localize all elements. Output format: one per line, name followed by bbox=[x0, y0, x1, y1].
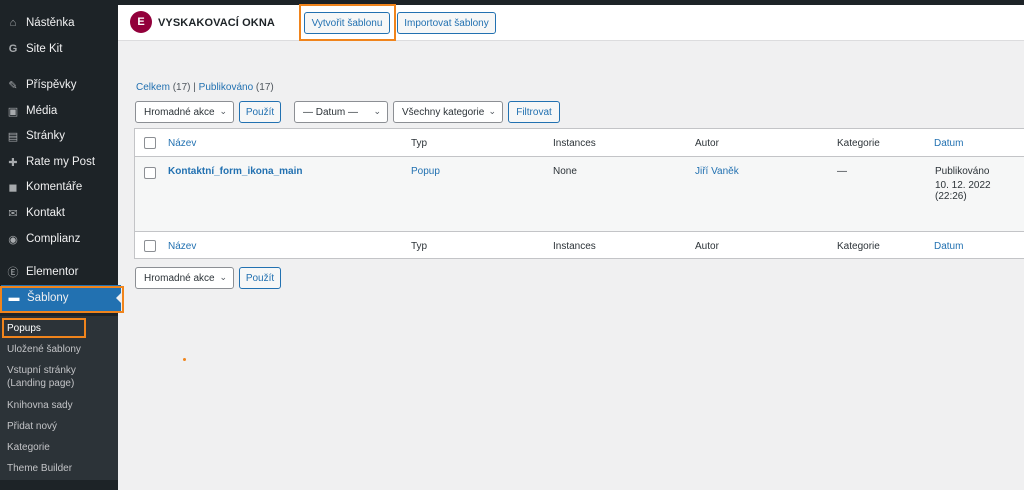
dashboard-icon: ⌂ bbox=[9, 17, 17, 29]
pages-icon: ▤ bbox=[7, 130, 19, 143]
sidebar-item-complianz[interactable]: ◉ Complianz bbox=[0, 226, 118, 252]
folder-icon: ▬ bbox=[8, 292, 20, 304]
chevron-down-icon: ⌄ bbox=[373, 106, 381, 116]
elementor-logo-icon: E bbox=[130, 11, 152, 33]
bulk-action-select-bottom[interactable]: Hromadné akce ⌄ bbox=[135, 267, 234, 289]
comment-icon: ◼ bbox=[8, 181, 18, 194]
sidebar-item-pages[interactable]: ▤ Stránky bbox=[0, 123, 118, 149]
table-footer: Název Typ Instances Autor Kategorie Datu… bbox=[135, 231, 1024, 259]
filter-button[interactable]: Filtrovat bbox=[508, 101, 560, 123]
view-all-link[interactable]: Celkem bbox=[136, 82, 170, 93]
apply-button[interactable]: Použít bbox=[239, 101, 281, 123]
sidebar-item-posts[interactable]: ✎ Příspěvky bbox=[0, 72, 118, 98]
sidebar-item-elementor[interactable]: Ⓔ Elementor bbox=[0, 259, 118, 285]
date-select[interactable]: — Datum — ⌄ bbox=[294, 101, 388, 123]
sidebar-item-rate-my-post[interactable]: ✚ Rate my Post bbox=[0, 149, 118, 175]
page-header: E VYSKAKOVACÍ OKNA Vytvořit šablonu Impo… bbox=[118, 5, 1024, 41]
row-status: Publikováno bbox=[935, 166, 990, 177]
row-checkbox[interactable] bbox=[144, 167, 156, 179]
table-row: Kontaktní_form_ikona_main Popup None Jiř… bbox=[135, 157, 1024, 231]
pin-icon: ✎ bbox=[8, 79, 18, 92]
thumbs-up-icon: ✚ bbox=[8, 156, 18, 169]
mail-icon: ✉ bbox=[8, 207, 18, 220]
sidebar-item-label: Nástěnka bbox=[26, 17, 75, 29]
create-template-button[interactable]: Vytvořit šablonu bbox=[304, 12, 390, 34]
current-menu-arrow bbox=[116, 292, 122, 304]
sidebar-item-label: Šablony bbox=[27, 292, 69, 304]
chevron-down-icon: ⌄ bbox=[219, 106, 227, 116]
sidebar-item-templates[interactable]: ▬ Šablony bbox=[1, 285, 122, 311]
sidebar-item-label: Příspěvky bbox=[26, 79, 77, 91]
sidebar-item-label: Elementor bbox=[26, 266, 79, 278]
row-title-link[interactable]: Kontaktní_form_ikona_main bbox=[168, 166, 302, 177]
sidebar-item-comments[interactable]: ◼ Komentáře bbox=[0, 174, 118, 200]
submenu-item-saved-templates[interactable]: Uložené šablony bbox=[7, 343, 81, 356]
submenu-item-landing-pages-note[interactable]: (Landing page) bbox=[7, 377, 74, 390]
select-all-checkbox[interactable] bbox=[144, 137, 156, 149]
submenu-item-theme-builder[interactable]: Theme Builder bbox=[7, 462, 72, 475]
column-name[interactable]: Název bbox=[168, 138, 196, 149]
apply-button-bottom[interactable]: Použít bbox=[239, 267, 281, 289]
sidebar-item-media[interactable]: ▣ Média bbox=[0, 98, 118, 124]
sidebar-item-label: Rate my Post bbox=[26, 156, 96, 168]
row-author-link[interactable]: Jiří Vaněk bbox=[695, 166, 739, 177]
submenu-item-categories[interactable]: Kategorie bbox=[7, 441, 50, 454]
view-all-count: (17) bbox=[172, 82, 191, 93]
column-author: Autor bbox=[695, 138, 719, 149]
sidebar-item-label: Stránky bbox=[26, 130, 65, 142]
column-instances: Instances bbox=[553, 138, 596, 149]
sidebar-item-contact[interactable]: ✉ Kontakt bbox=[0, 200, 118, 226]
complianz-icon: ◉ bbox=[8, 233, 18, 246]
select-all-checkbox-footer[interactable] bbox=[144, 240, 156, 252]
chevron-down-icon: ⌄ bbox=[219, 272, 227, 282]
row-instances: None bbox=[553, 166, 577, 177]
view-published-count: (17) bbox=[255, 82, 274, 93]
media-icon: ▣ bbox=[7, 105, 19, 118]
sidebar-item-label: Site Kit bbox=[26, 43, 63, 55]
sidebar-item-dashboard[interactable]: ⌂ Nástěnka bbox=[0, 10, 118, 36]
cursor-dot bbox=[183, 358, 186, 361]
templates-submenu: Popups Uložené šablony Vstupní stránky (… bbox=[0, 316, 118, 480]
column-date[interactable]: Datum bbox=[934, 138, 963, 149]
column-date-footer[interactable]: Datum bbox=[934, 241, 963, 252]
column-category-footer: Kategorie bbox=[837, 241, 880, 252]
page-title: VYSKAKOVACÍ OKNA bbox=[158, 17, 275, 29]
table-header: Název Typ Instances Autor Kategorie Datu… bbox=[135, 129, 1024, 157]
import-templates-button[interactable]: Importovat šablony bbox=[397, 12, 496, 34]
sidebar-item-site-kit[interactable]: G Site Kit bbox=[0, 36, 118, 62]
submenu-item-kit-library[interactable]: Knihovna sady bbox=[7, 399, 73, 412]
sidebar-item-label: Complianz bbox=[26, 233, 81, 245]
admin-sidebar: ⌂ Nástěnka G Site Kit ✎ Příspěvky ▣ Médi… bbox=[0, 0, 122, 490]
category-select[interactable]: Všechny kategorie ⌄ bbox=[393, 101, 503, 123]
chevron-down-icon: ⌄ bbox=[488, 106, 496, 116]
column-type: Typ bbox=[411, 138, 428, 149]
view-separator: | bbox=[193, 82, 196, 93]
column-author-footer: Autor bbox=[695, 241, 719, 252]
google-icon: G bbox=[8, 43, 18, 55]
sidebar-item-label: Kontakt bbox=[26, 207, 65, 219]
submenu-item-add-new[interactable]: Přidat nový bbox=[7, 420, 57, 433]
column-type-footer: Typ bbox=[411, 241, 428, 252]
view-filters: Celkem (17) | Publikováno (17) bbox=[136, 82, 274, 93]
elementor-icon: Ⓔ bbox=[7, 267, 19, 279]
sidebar-item-label: Média bbox=[26, 105, 58, 117]
templates-table: Název Typ Instances Autor Kategorie Datu… bbox=[134, 128, 1024, 259]
row-date: 10. 12. 2022 (22:26) bbox=[935, 180, 991, 202]
bulk-action-select[interactable]: Hromadné akce ⌄ bbox=[135, 101, 234, 123]
column-instances-footer: Instances bbox=[553, 241, 596, 252]
submenu-item-landing-pages[interactable]: Vstupní stránky bbox=[7, 364, 76, 377]
sidebar-item-label: Komentáře bbox=[26, 181, 83, 193]
row-category: — bbox=[837, 166, 847, 177]
submenu-item-popups[interactable]: Popups bbox=[7, 322, 41, 335]
column-name-footer[interactable]: Název bbox=[168, 241, 196, 252]
column-category: Kategorie bbox=[837, 138, 880, 149]
view-published-link[interactable]: Publikováno bbox=[199, 82, 253, 93]
row-type-link[interactable]: Popup bbox=[411, 166, 440, 177]
